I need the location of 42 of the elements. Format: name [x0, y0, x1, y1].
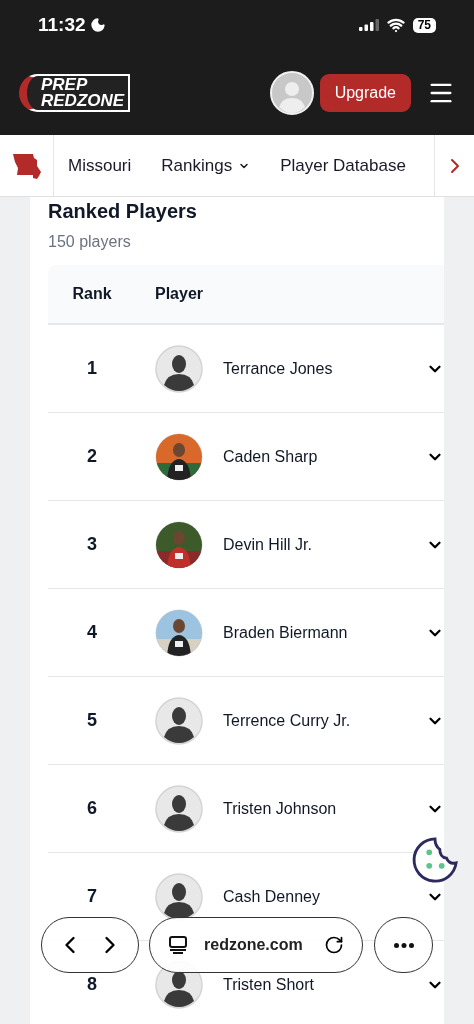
cookie-settings-icon[interactable] [411, 836, 459, 884]
column-header: Player [155, 284, 204, 304]
player-silhouette-icon [155, 344, 203, 393]
player-name[interactable]: Cash Denney [223, 884, 426, 909]
rank-cell-text: 6 [86, 797, 98, 820]
rank-cell-text: 2 [86, 445, 98, 468]
nav-link[interactable]: Player Database [280, 152, 406, 179]
more-icon [393, 942, 414, 948]
reload-icon[interactable] [324, 935, 344, 955]
url-text: redzone.com [204, 935, 304, 955]
battery-indicator: 75 [412, 17, 436, 33]
player-silhouette-icon [155, 872, 203, 921]
reader-icon[interactable] [168, 935, 188, 955]
player-silhouette-icon [155, 696, 203, 745]
player-name[interactable]: Terrance Jones [223, 356, 426, 381]
rank-cell-text: 8 [86, 973, 98, 996]
logo: PREP REDZONE [19, 73, 131, 112]
column-header: Rank [71, 284, 113, 304]
rank-cell-text: 3 [86, 533, 98, 556]
player-count: 150 players [48, 232, 132, 252]
rank-cell-text: 1 [86, 357, 98, 380]
wifi-icon [386, 16, 405, 34]
status-time: 11:32 [38, 12, 86, 37]
avatar-icon[interactable] [269, 70, 314, 115]
address-bar[interactable]: redzone.com [149, 917, 363, 973]
signal-icon [358, 19, 379, 31]
card-title: Ranked Players [48, 199, 198, 224]
player-name[interactable]: Terrence Curry Jr. [223, 708, 426, 733]
player-silhouette-icon [155, 784, 203, 833]
player-name[interactable]: Caden Sharp [223, 444, 426, 469]
player-name[interactable]: Braden Biermann [223, 620, 426, 645]
nav-link[interactable]: Rankings [161, 152, 251, 179]
rank-cell-text: 7 [86, 885, 98, 908]
player-name[interactable]: Tristen Johnson [223, 796, 426, 821]
player-name[interactable]: Tristen Short [223, 972, 426, 997]
upgrade-button[interactable]: Upgrade [319, 73, 411, 112]
rank-cell-text: 4 [86, 621, 98, 644]
player-name[interactable]: Devin Hill Jr. [223, 532, 426, 557]
nav-link[interactable]: Missouri [68, 152, 132, 179]
rank-cell-text: 5 [86, 709, 98, 732]
moon-icon [89, 17, 106, 33]
state-map-icon [10, 151, 43, 180]
